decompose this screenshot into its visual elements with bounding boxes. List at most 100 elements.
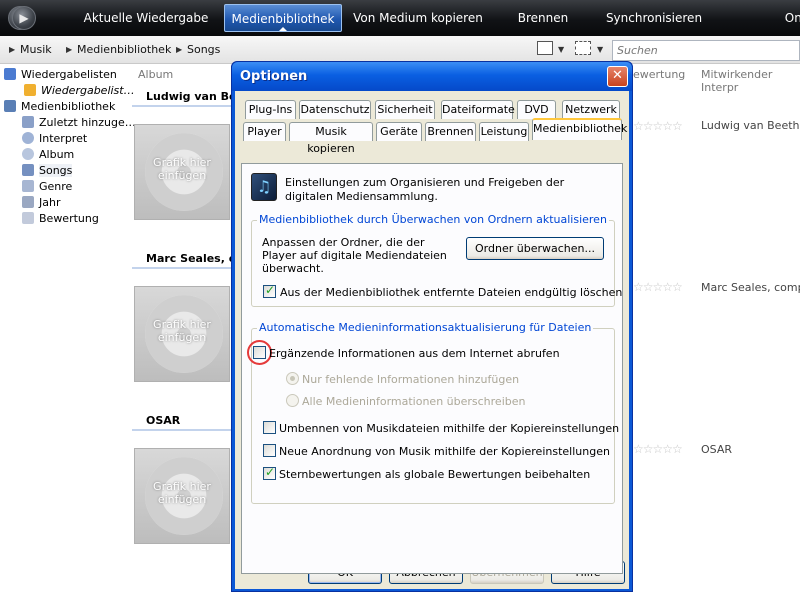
rearrange-music-label[interactable]: Neue Anordnung von Musik mithilfe der Ko…: [279, 445, 610, 458]
tab-file-formats[interactable]: Dateiformate: [441, 100, 515, 119]
tab-privacy[interactable]: Datenschutz: [299, 100, 371, 119]
tab-burn[interactable]: Brennen: [505, 4, 581, 32]
nav-item-playlist-sub[interactable]: Wiedergabelist…: [24, 83, 135, 99]
breadcrumb-arrow-icon[interactable]: ▶: [176, 36, 182, 64]
playlist-star-icon: [24, 84, 36, 96]
auto-update-legend: Automatische Medieninformationsaktualisi…: [257, 321, 594, 334]
album-art-text: Grafik hier einfügen: [153, 480, 211, 506]
close-icon: ✕: [612, 68, 623, 83]
monitor-folders-button[interactable]: Ordner überwachen...: [466, 237, 604, 260]
dialog-title: Optionen: [240, 69, 308, 84]
genre-icon: [22, 180, 34, 192]
breadcrumb-arrow-icon[interactable]: ▶: [66, 36, 72, 64]
album-art-placeholder[interactable]: Grafik hier einfügen: [134, 124, 230, 220]
artist-icon: [22, 132, 34, 144]
rename-music-files-checkbox[interactable]: [263, 421, 276, 434]
layout-options-icon[interactable]: [575, 41, 591, 55]
breadcrumb-library[interactable]: Medienbibliothek: [77, 36, 171, 64]
monitor-folders-group: Medienbibliothek durch Überwachen von Or…: [251, 213, 622, 307]
group-separator: [132, 105, 232, 107]
tab-performance[interactable]: Leistung: [479, 122, 529, 141]
column-header-album[interactable]: Album: [138, 68, 173, 81]
breadcrumb-songs[interactable]: Songs: [187, 36, 220, 64]
nav-item-label: Bewertung: [39, 212, 99, 225]
keep-star-ratings-checkbox[interactable]: [263, 465, 276, 480]
monitor-folders-legend: Medienbibliothek durch Überwachen von Or…: [257, 213, 609, 226]
add-missing-info-label[interactable]: Nur fehlende Informationen hinzufügen: [302, 373, 519, 386]
nav-item-artist[interactable]: Interpret: [22, 131, 87, 147]
tab-rip-music[interactable]: Musik kopieren: [289, 122, 373, 155]
album-art-text: Grafik hier einfügen: [153, 318, 211, 344]
rating-stars[interactable]: ☆☆☆☆☆: [633, 280, 683, 294]
layout-options-dropdown-icon[interactable]: ▼: [597, 36, 603, 64]
music-note-icon: [4, 100, 16, 112]
tab-online[interactable]: Onl: [780, 4, 800, 32]
contributing-artist: Marc Seales, compos: [701, 281, 800, 294]
nav-item-genre[interactable]: Genre: [22, 179, 72, 195]
keep-star-ratings-label[interactable]: Sternbewertungen als globale Bewertungen…: [279, 468, 590, 481]
tab-security[interactable]: Sicherheit: [375, 100, 435, 119]
column-header-contributing-artist[interactable]: Mitwirkender Interpr: [701, 68, 800, 94]
rename-music-files-label[interactable]: Umbennen von Musikdateien mithilfe der K…: [279, 422, 619, 435]
tab-devices[interactable]: Geräte: [376, 122, 422, 141]
nav-item-label: Wiedergabelist…: [41, 84, 135, 97]
forward-arrow-icon: ▶: [19, 11, 29, 25]
search-input[interactable]: Suchen: [612, 40, 800, 61]
monitor-folders-description: Anpassen der Ordner, die der Player auf …: [262, 236, 447, 275]
view-options-icon[interactable]: [537, 41, 553, 55]
auto-update-group: Automatische Medieninformationsaktualisi…: [247, 321, 619, 504]
group-separator: [132, 267, 232, 269]
forward-button[interactable]: ▶: [12, 6, 36, 30]
overwrite-info-label[interactable]: Alle Medieninformationen überschreiben: [302, 395, 525, 408]
rating-stars[interactable]: ☆☆☆☆☆: [633, 442, 683, 456]
add-missing-info-radio[interactable]: [286, 372, 299, 385]
tab-network[interactable]: Netzwerk: [562, 100, 620, 119]
tab-sync[interactable]: Synchronisieren: [598, 4, 710, 32]
tab-dvd[interactable]: DVD: [517, 100, 556, 119]
rearrange-music-checkbox[interactable]: [263, 444, 276, 457]
nav-item-year[interactable]: Jahr: [22, 195, 60, 211]
album-group-title: Marc Seales, co: [146, 252, 243, 265]
tab-player[interactable]: Player: [243, 122, 286, 141]
nav-item-label: Medienbibliothek: [21, 100, 116, 113]
album-art-placeholder[interactable]: Grafik hier einfügen: [134, 286, 230, 382]
contributing-artist: Ludwig van Beethove: [701, 119, 800, 132]
media-library-icon: ♫: [251, 173, 277, 201]
group-separator: [132, 429, 232, 431]
nav-item-library[interactable]: Medienbibliothek: [4, 99, 115, 115]
nav-item-album[interactable]: Album: [22, 147, 74, 163]
overwrite-info-radio[interactable]: [286, 394, 299, 407]
album-art-placeholder[interactable]: Grafik hier einfügen: [134, 448, 230, 544]
tab-media-library[interactable]: Medienbibliothek: [532, 118, 627, 140]
tab-library[interactable]: Medienbibliothek: [224, 4, 342, 32]
nav-item-rating[interactable]: Bewertung: [22, 211, 99, 227]
tab-burn[interactable]: Brennen: [425, 122, 476, 141]
album-group-title: OSAR: [146, 414, 181, 427]
breadcrumb-arrow-icon[interactable]: ▶: [9, 36, 15, 64]
close-button[interactable]: ✕: [607, 66, 628, 87]
breadcrumb-music[interactable]: Musik: [20, 36, 52, 64]
recent-icon: [22, 116, 34, 128]
nav-item-recently-added[interactable]: Zuletzt hinzuge…: [22, 115, 136, 131]
retrieve-internet-info-label[interactable]: Ergänzende Informationen aus dem Interne…: [269, 347, 560, 360]
nav-item-label: Album: [39, 148, 75, 161]
dialog-title-bar[interactable]: Optionen ✕: [232, 62, 632, 91]
song-icon: [22, 164, 34, 176]
tab-plugins[interactable]: Plug-Ins: [245, 100, 296, 119]
retrieve-internet-info-checkbox[interactable]: [253, 346, 266, 359]
tab-dropdown-arrow-icon[interactable]: [279, 27, 287, 31]
nav-item-label: Interpret: [39, 132, 88, 145]
rating-stars[interactable]: ☆☆☆☆☆: [633, 119, 683, 133]
nav-item-playlists[interactable]: Wiedergabelisten: [4, 67, 117, 83]
delete-removed-files-label[interactable]: Aus der Medienbibliothek entfernte Datei…: [280, 286, 622, 299]
tab-now-playing[interactable]: Aktuelle Wiedergabe: [62, 4, 230, 32]
top-navigation-bar: ◀ ▶ Aktuelle Wiedergabe Medienbibliothek…: [0, 0, 800, 36]
tab-rip[interactable]: Von Medium kopieren: [350, 4, 486, 32]
delete-removed-files-checkbox[interactable]: [263, 283, 276, 298]
nav-item-songs[interactable]: Songs: [22, 163, 73, 179]
calendar-icon: [22, 196, 34, 208]
options-dialog: Optionen ✕ Plug-Ins Datenschutz Sicherhe…: [231, 61, 633, 592]
column-header-rating[interactable]: ewertung: [633, 68, 685, 81]
nav-item-label: Songs: [39, 164, 73, 177]
view-options-dropdown-icon[interactable]: ▼: [558, 36, 564, 64]
